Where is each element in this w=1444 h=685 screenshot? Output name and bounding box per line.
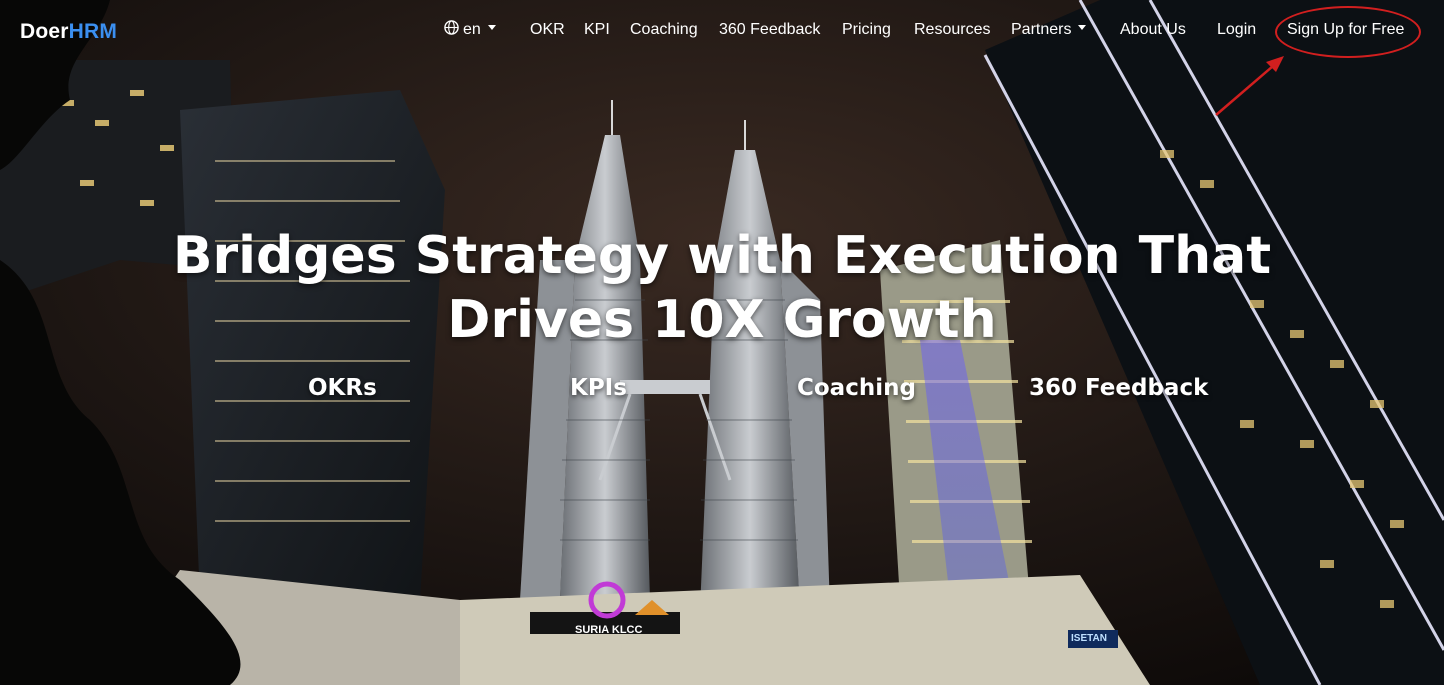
feature-okrs[interactable]: OKRs [308,375,377,401]
nav-coaching[interactable]: Coaching [630,21,698,39]
globe-icon [444,20,459,36]
nav-okr[interactable]: OKR [530,21,565,39]
headline-line-1: Bridges Strategy with Execution That [172,226,1272,286]
language-label: en [463,21,481,38]
nav-resources[interactable]: Resources [914,21,990,39]
nav-pricing[interactable]: Pricing [842,21,891,39]
hero-headline: Bridges Strategy with Execution That Dri… [0,224,1444,352]
logo-text-hrm: HRM [68,20,118,43]
chevron-down-icon [487,25,496,31]
nav-about-us[interactable]: About Us [1120,21,1186,39]
signup-button[interactable]: Sign Up for Free [1287,21,1404,39]
nav-360-feedback[interactable]: 360 Feedback [719,21,820,39]
brand-logo[interactable]: DoerHRM [20,20,117,44]
logo-text-doer: Doer [20,20,69,43]
top-navbar: DoerHRM en OKR KPI Coaching 360 Feedback… [0,0,1444,62]
feature-kpis[interactable]: KPIs [570,375,627,401]
chevron-down-icon [1078,25,1087,31]
feature-360-feedback[interactable]: 360 Feedback [1029,375,1208,401]
language-selector[interactable]: en [444,20,496,39]
feature-coaching[interactable]: Coaching [797,375,916,401]
nav-partners-label: Partners [1011,21,1072,38]
nav-partners[interactable]: Partners [1011,21,1087,39]
nav-kpi[interactable]: KPI [584,21,610,39]
headline-line-2: Drives 10X Growth [447,290,997,350]
mall-sign: SURIA KLCC [575,624,643,636]
login-link[interactable]: Login [1217,21,1256,39]
store-sign: ISETAN [1071,633,1107,644]
